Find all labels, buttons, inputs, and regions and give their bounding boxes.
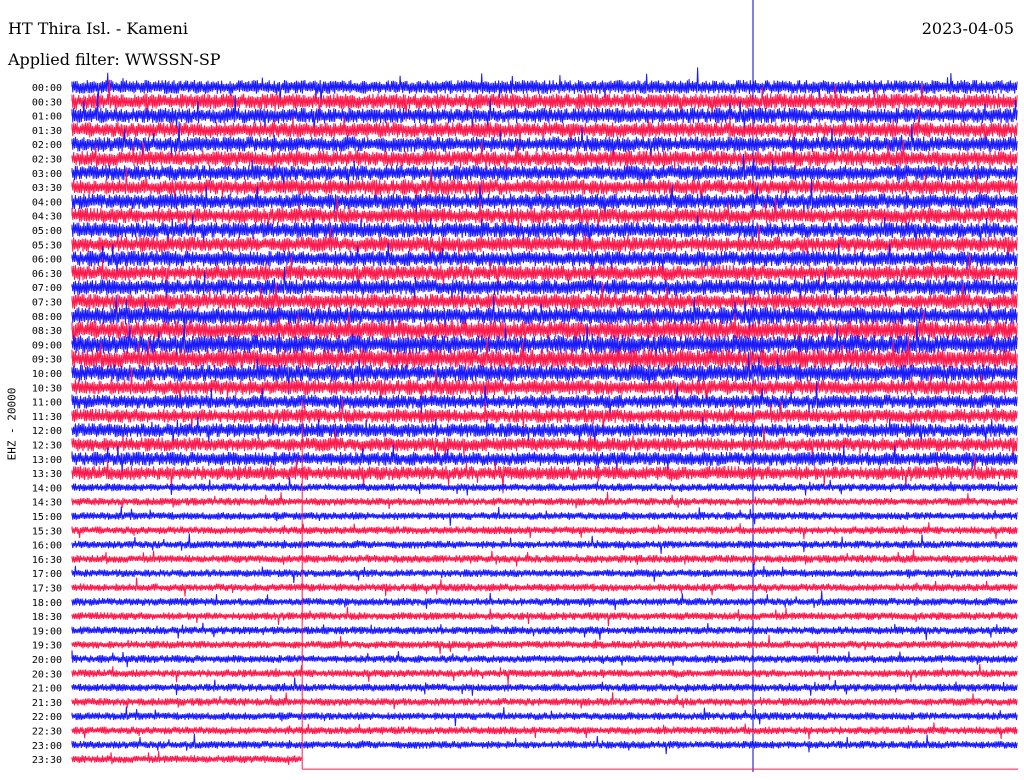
seismic-trace-2330 (71, 750, 302, 766)
seismic-trace-2030 (71, 663, 1018, 685)
row-time-label: 12:00 (32, 426, 62, 437)
seismic-trace-1430 (71, 491, 1018, 510)
row-time-label: 02:30 (32, 155, 62, 166)
row-time-label: 04:30 (32, 212, 62, 223)
seismic-trace-2200 (71, 706, 1018, 727)
row-time-label: 08:30 (32, 326, 62, 337)
helicorder-plot: HT Thira Isl. - Kameni 2023-04-05 Applie… (0, 0, 1024, 780)
row-time-label: 19:00 (32, 626, 62, 637)
seismic-trace-2300 (71, 733, 1018, 755)
row-time-label: 22:00 (32, 712, 62, 723)
seismic-trace-1800 (71, 590, 1018, 610)
row-time-label: 17:30 (32, 584, 62, 595)
seismic-trace-2100 (71, 677, 1018, 696)
row-time-label: 20:30 (32, 669, 62, 680)
seismic-trace-1630 (71, 549, 1018, 567)
row-time-label: 04:00 (32, 197, 62, 208)
row-time-label: 14:30 (32, 498, 62, 509)
seismic-trace-2230 (71, 722, 1018, 740)
seismic-trace-1930 (71, 634, 1018, 655)
seismic-trace-2130 (71, 692, 1018, 710)
row-time-label: 14:00 (32, 483, 62, 494)
row-time-label: 05:00 (32, 226, 62, 237)
seismic-trace-1500 (71, 506, 1018, 526)
row-time-label: 20:00 (32, 655, 62, 666)
row-time-label: 21:30 (32, 698, 62, 709)
row-time-label: 09:30 (32, 355, 62, 366)
row-time-label: 13:30 (32, 469, 62, 480)
row-time-label: 18:30 (32, 612, 62, 623)
row-time-label: 19:30 (32, 641, 62, 652)
seismic-trace-1900 (71, 622, 1018, 641)
seismic-trace-1830 (71, 606, 1018, 627)
row-time-label: 11:30 (32, 412, 62, 423)
row-time-label: 00:30 (32, 97, 62, 108)
row-time-label: 08:00 (32, 312, 62, 323)
seismic-trace-1730 (71, 577, 1018, 597)
row-time-label: 01:00 (32, 112, 62, 123)
row-time-label: 02:00 (32, 140, 62, 151)
row-time-label: 06:30 (32, 269, 62, 280)
seismic-trace-1530 (71, 522, 1018, 540)
row-time-label: 16:00 (32, 541, 62, 552)
seismic-trace-1400 (71, 477, 1018, 496)
row-time-label: 13:00 (32, 455, 62, 466)
row-time-label: 22:30 (32, 727, 62, 738)
row-time-label: 05:30 (32, 240, 62, 251)
seismic-trace-1700 (71, 563, 1018, 584)
row-time-label: 17:00 (32, 569, 62, 580)
row-time-label: 07:00 (32, 283, 62, 294)
row-time-label: 15:00 (32, 512, 62, 523)
row-time-label: 01:30 (32, 126, 62, 137)
row-time-label: 03:00 (32, 169, 62, 180)
seismic-trace-1600 (71, 533, 1018, 554)
helicorder-traces: 00:00 00:30 01:00 01:30 02:00 02:30 03:00 03:30… (32, 0, 1018, 772)
row-time-label: 18:00 (32, 598, 62, 609)
row-time-label: 15:30 (32, 526, 62, 537)
row-time-label: 11:00 (32, 398, 62, 409)
row-time-label: 23:30 (32, 755, 62, 766)
row-time-label: 03:30 (32, 183, 62, 194)
row-time-label: 16:30 (32, 555, 62, 566)
row-time-label: 09:00 (32, 340, 62, 351)
row-time-label: 06:00 (32, 255, 62, 266)
row-time-label: 12:30 (32, 441, 62, 452)
seismic-trace-2000 (71, 650, 1018, 668)
row-time-label: 00:00 (32, 83, 62, 94)
row-time-label: 10:30 (32, 383, 62, 394)
row-time-label: 10:00 (32, 369, 62, 380)
row-time-label: 23:00 (32, 741, 62, 752)
row-time-label: 07:30 (32, 298, 62, 309)
row-time-label: 21:00 (32, 684, 62, 695)
